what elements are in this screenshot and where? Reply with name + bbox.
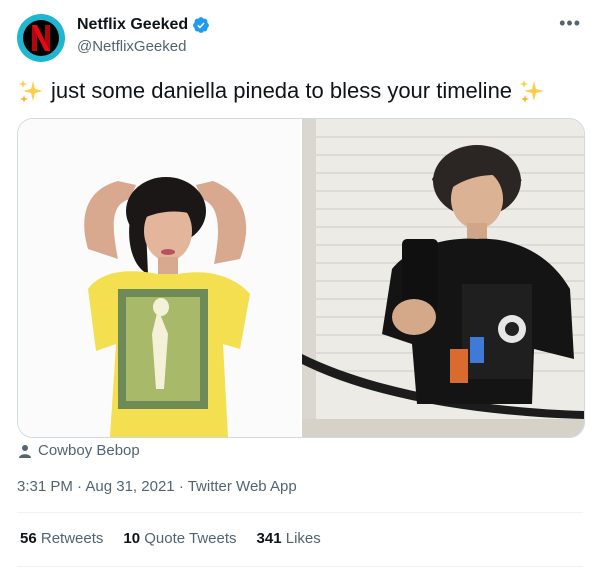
media-tag-label: Cowboy Bebop bbox=[38, 442, 140, 459]
retweets-label: Retweets bbox=[40, 530, 104, 547]
quote-tweets-label: Quote Tweets bbox=[144, 530, 237, 547]
tweet-meta: 3:31 PM · Aug 31, 2021 · Twitter Web App bbox=[17, 478, 297, 495]
more-options-icon[interactable]: ••• bbox=[559, 14, 581, 32]
quote-tweets-stat[interactable]: 10 Quote Tweets bbox=[123, 530, 236, 547]
tweet-body: just some daniella pineda to bless your … bbox=[51, 78, 513, 103]
sparkles-emoji-icon bbox=[19, 80, 43, 103]
display-name-text: Netflix Geeked bbox=[77, 16, 189, 33]
meta-separator: · bbox=[178, 478, 184, 495]
photo-yellow-shirt[interactable] bbox=[18, 119, 300, 437]
tweet-date[interactable]: Aug 31, 2021 bbox=[85, 478, 174, 495]
sparkles-emoji-icon bbox=[520, 80, 545, 103]
likes-label: Likes bbox=[285, 530, 321, 547]
divider bbox=[17, 512, 583, 513]
media-tag[interactable]: Cowboy Bebop bbox=[18, 442, 140, 459]
tweet-source[interactable]: Twitter Web App bbox=[188, 478, 297, 495]
tweet-text: just some daniella pineda to bless your … bbox=[17, 76, 582, 106]
photo-mirror-selfie[interactable] bbox=[302, 119, 584, 437]
tweet-card: Netflix Geeked @NetflixGeeked ••• just s… bbox=[0, 0, 597, 570]
engagement-stats: 56 Retweets 10 Quote Tweets 341 Likes bbox=[20, 530, 321, 547]
retweets-stat[interactable]: 56 Retweets bbox=[20, 530, 103, 547]
user-handle[interactable]: @NetflixGeeked bbox=[77, 38, 186, 55]
quote-tweets-count: 10 bbox=[123, 530, 141, 547]
netflix-logo-icon bbox=[23, 20, 59, 56]
likes-count: 341 bbox=[256, 530, 282, 547]
display-name[interactable]: Netflix Geeked bbox=[77, 16, 210, 34]
tweet-time[interactable]: 3:31 PM bbox=[17, 478, 73, 495]
likes-stat[interactable]: 341 Likes bbox=[257, 530, 321, 547]
avatar[interactable] bbox=[17, 14, 65, 62]
retweets-count: 56 bbox=[20, 530, 37, 547]
verified-badge-icon bbox=[193, 17, 210, 33]
person-icon bbox=[19, 444, 31, 458]
media-grid bbox=[17, 118, 585, 438]
meta-separator: · bbox=[77, 478, 83, 495]
divider bbox=[17, 566, 583, 567]
